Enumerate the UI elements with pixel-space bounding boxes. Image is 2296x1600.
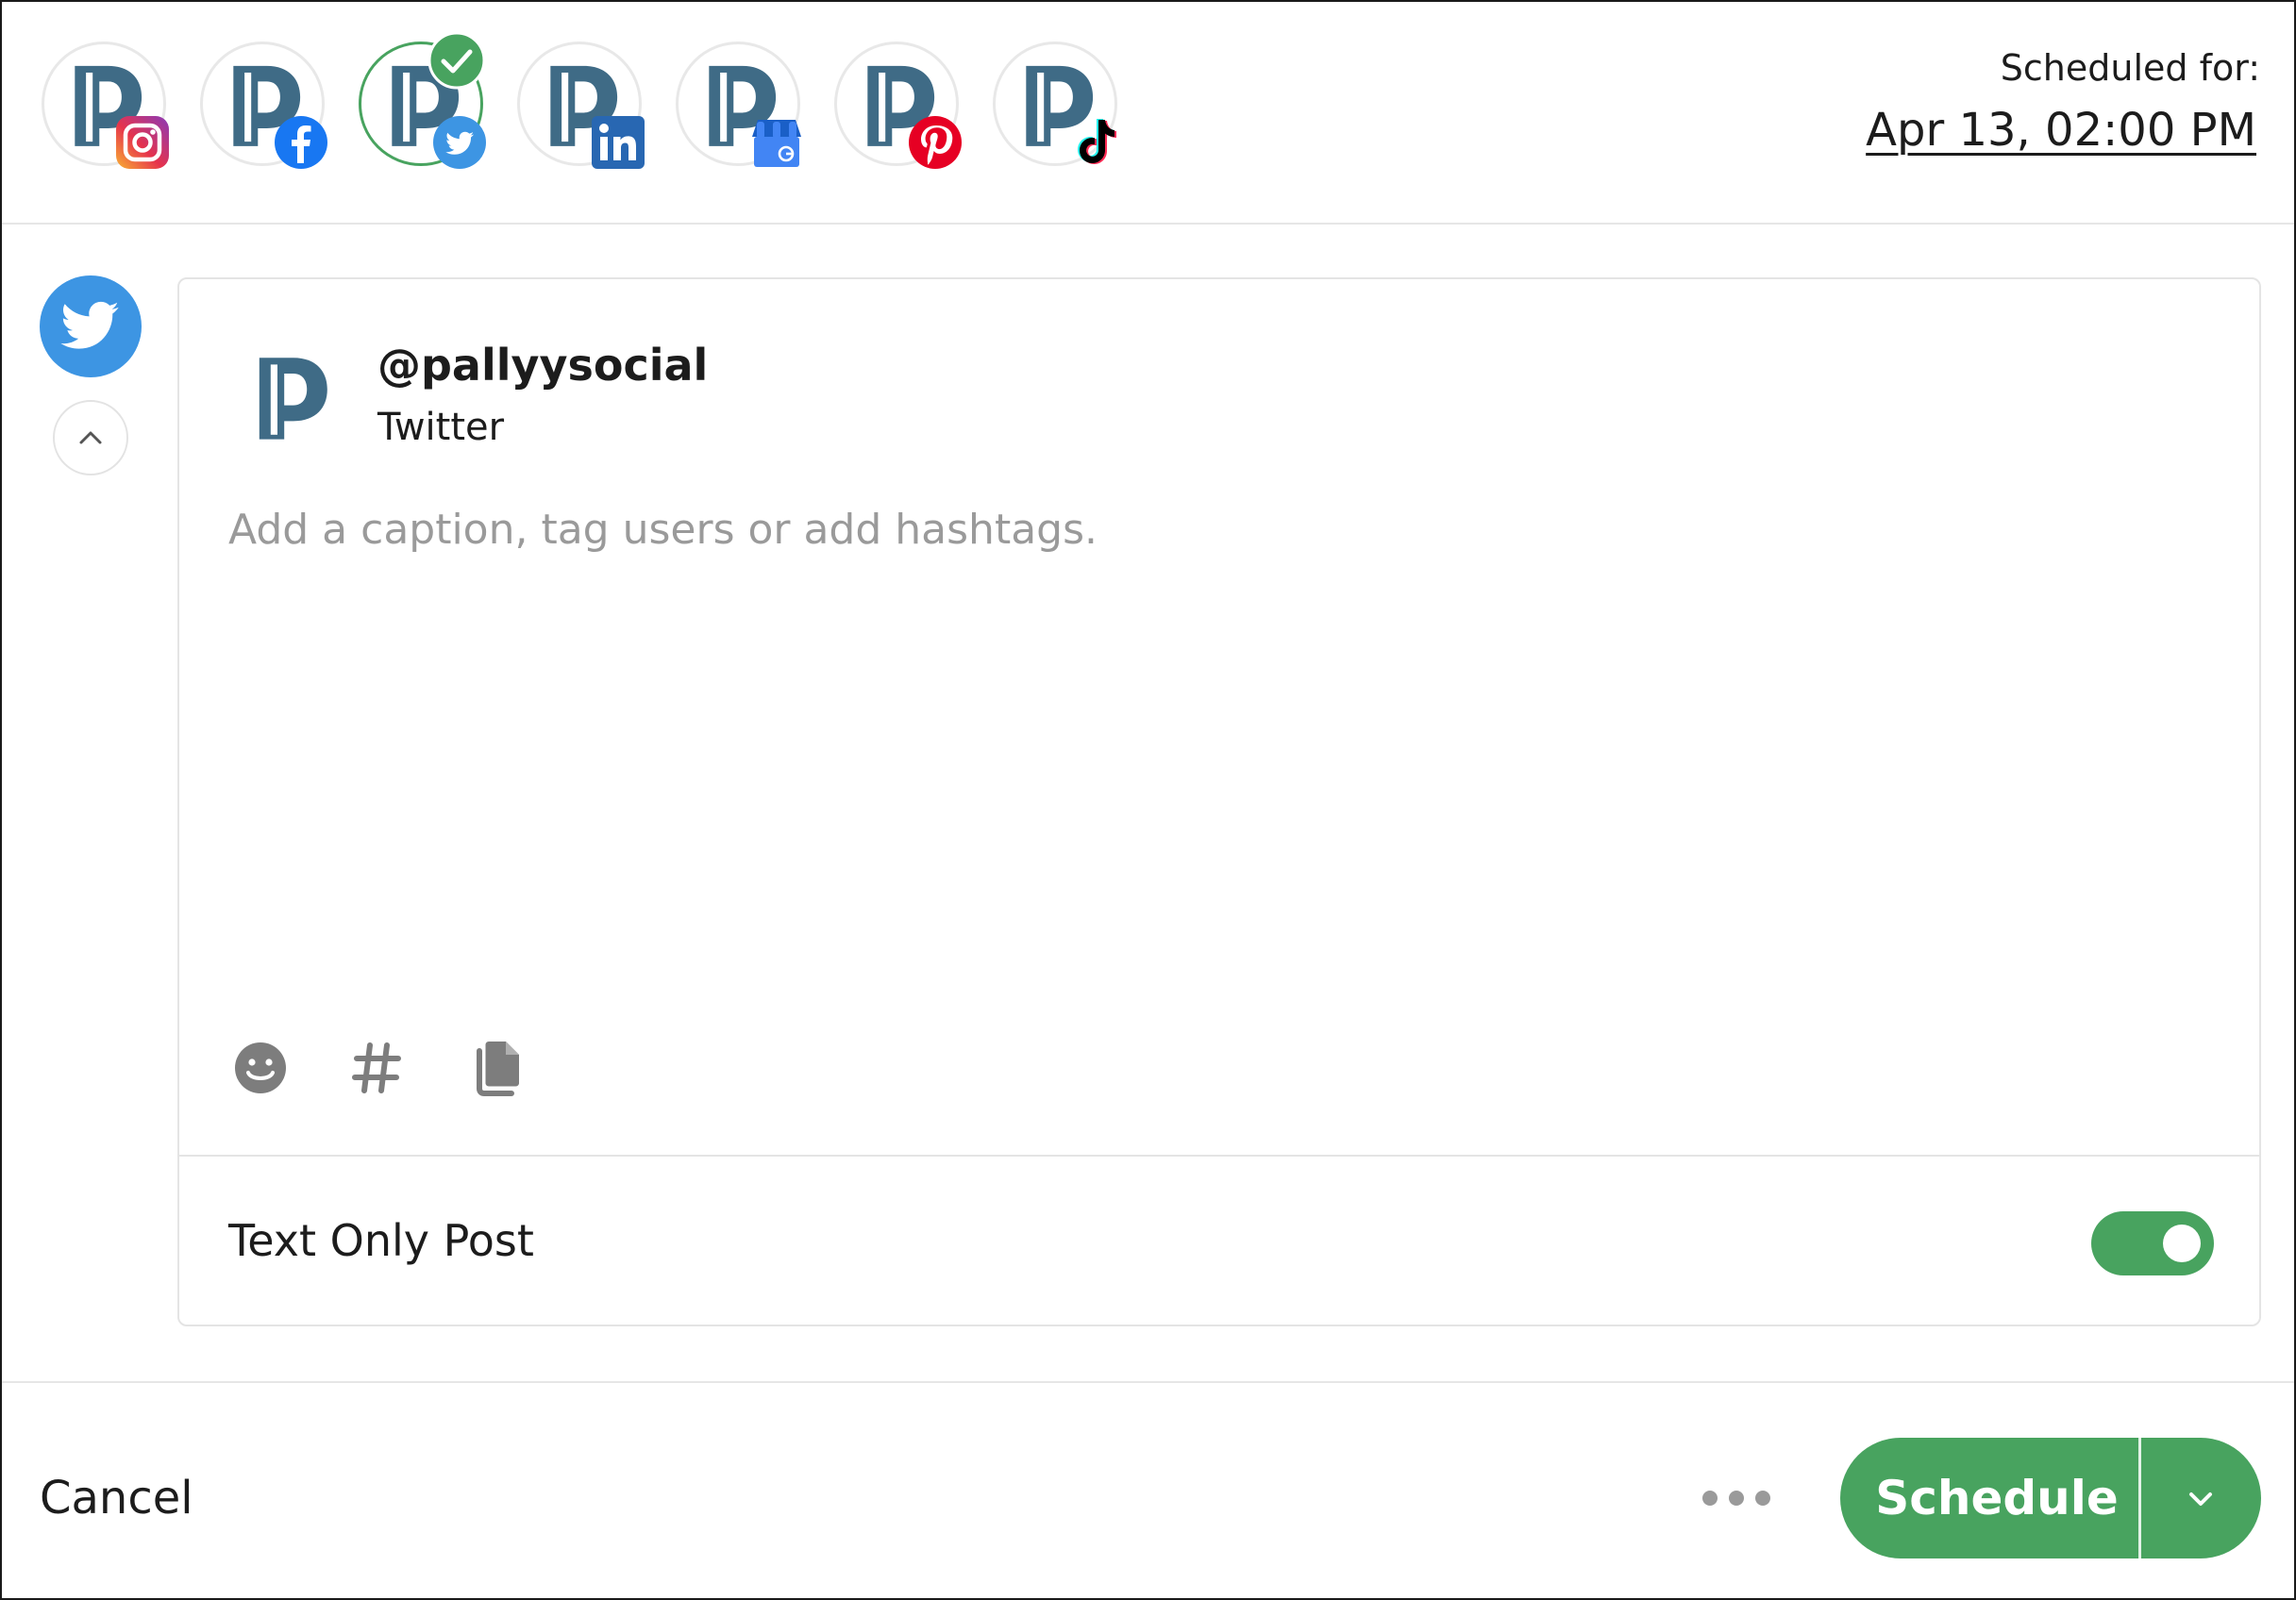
schedule-button-group: Schedule: [1840, 1438, 2261, 1558]
schedule-options-button[interactable]: [2141, 1438, 2261, 1558]
hashtag-icon: [352, 1042, 401, 1093]
cancel-button[interactable]: Cancel: [40, 1472, 193, 1525]
facebook-icon: [275, 116, 327, 169]
chevron-up-icon: [79, 431, 102, 444]
hashtag-button[interactable]: [351, 1040, 404, 1096]
scheduled-for-label: Scheduled for:: [2000, 47, 2260, 89]
collapse-button[interactable]: [53, 400, 128, 475]
caption-input[interactable]: [228, 506, 2191, 883]
account-linkedin[interactable]: [517, 42, 645, 169]
active-network-twitter[interactable]: [40, 275, 142, 377]
account-google-business[interactable]: [676, 42, 801, 167]
more-options-button[interactable]: [1701, 1487, 1776, 1509]
scheduled-date-link[interactable]: Apr 13, 02:00 PM: [1866, 104, 2256, 157]
twitter-icon: [433, 116, 486, 169]
copy-icon: [477, 1042, 519, 1096]
linkedin-icon: [592, 116, 645, 169]
account-pinterest[interactable]: [834, 42, 962, 169]
profile-avatar: [232, 340, 345, 453]
account-handle: @pallyysocial: [377, 340, 709, 391]
twitter-bird-icon: [60, 301, 119, 349]
text-only-post-toggle[interactable]: [2091, 1211, 2214, 1275]
dot: [1755, 1491, 1770, 1506]
copy-button[interactable]: [470, 1040, 523, 1096]
emoji-button[interactable]: [232, 1040, 289, 1096]
post-composer-dialog: Scheduled for: Apr 13, 02:00 PM @pallyys…: [0, 0, 2296, 1600]
instagram-icon: [116, 116, 169, 169]
account-instagram[interactable]: [42, 42, 169, 169]
tiktok-icon: [1078, 119, 1116, 164]
chevron-down-icon: [2189, 1492, 2212, 1506]
toggle-knob: [2163, 1225, 2201, 1262]
dot: [1702, 1491, 1718, 1506]
account-tiktok[interactable]: [993, 42, 1117, 166]
footer-divider: [2, 1381, 2294, 1383]
pinterest-icon: [909, 116, 962, 169]
card-divider: [179, 1155, 2259, 1157]
account-twitter[interactable]: [359, 31, 486, 169]
google-business-icon: [752, 120, 801, 167]
account-facebook[interactable]: [200, 42, 327, 169]
text-only-post-label: Text Only Post: [228, 1215, 534, 1266]
composer-card: @pallyysocial Twitter Text Only Pos: [177, 277, 2261, 1326]
schedule-button[interactable]: Schedule: [1840, 1438, 2138, 1558]
account-network-label: Twitter: [377, 406, 505, 449]
emoji-icon: [235, 1042, 286, 1093]
header: Scheduled for: Apr 13, 02:00 PM: [2, 2, 2294, 225]
dot: [1729, 1491, 1744, 1506]
selected-check-icon: [427, 31, 486, 90]
